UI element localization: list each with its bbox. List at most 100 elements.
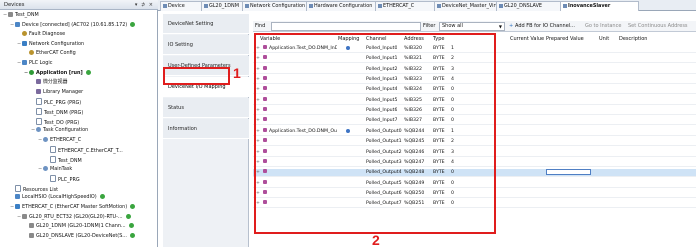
collapse-icon[interactable]: − xyxy=(3,12,7,19)
collapse-icon[interactable]: − xyxy=(17,41,21,48)
tree-item[interactable]: Library Manager xyxy=(31,88,83,96)
tree-item-label: GL20_RTU_ECT32 (GL20(GL20)-RTU-... xyxy=(29,213,123,220)
tree-item-label: Network Configuration xyxy=(29,40,85,47)
editor-tab[interactable]: Device xyxy=(160,1,207,11)
device-editor-menu: DeviceNet Setting IO Setting User-Defined … xyxy=(163,14,249,247)
device-tree-panel: Devices ▾ ⊅ × − Test_DNM − Device [connecte… xyxy=(0,0,158,247)
tree-item[interactable]: GL20_1DNM (GL20-1DNM(1 Chann... xyxy=(24,223,134,230)
collapse-icon[interactable]: − xyxy=(10,204,14,211)
editor-tab[interactable]: GL20_DNSLAVE xyxy=(496,1,566,11)
tree-item[interactable]: Test_DNM xyxy=(45,156,82,164)
tree-item[interactable]: GL20_DNSLAVE (GL20-DeviceNet(S... xyxy=(24,232,135,240)
set-continuous-address-button[interactable]: Set Continuous Address xyxy=(628,22,688,31)
header-current-value[interactable]: Current Value xyxy=(510,36,544,42)
menu-item[interactable]: Information xyxy=(163,119,249,139)
document-icon xyxy=(50,146,56,154)
editor-tab[interactable]: InovanceSlaver xyxy=(560,1,639,11)
tree-item[interactable]: − PLC Logic xyxy=(17,60,52,67)
collapse-icon[interactable]: − xyxy=(24,70,28,77)
editor-tab[interactable]: GL20_1DNM xyxy=(201,1,248,11)
menu-item[interactable]: DeviceNet Setting xyxy=(163,14,249,34)
editor-tab[interactable]: Hardware Configuration xyxy=(306,1,381,11)
tree-item[interactable]: LocalHSIO (LocalHighSpeedIO) xyxy=(10,194,105,201)
find-input[interactable] xyxy=(271,22,421,31)
tree-item-label: Test_DNM xyxy=(15,12,39,18)
chevron-down-icon: ▼ xyxy=(498,24,502,29)
tree-item[interactable]: EtherCAT Config xyxy=(24,50,76,57)
goto-instance-button[interactable]: Go to Instance xyxy=(585,22,621,31)
tree-item-label: Application [run] xyxy=(36,69,83,76)
tree-item[interactable]: − ETHERCAT_C (EtherCAT Master SoftMotion) xyxy=(10,204,136,211)
tree-item-label: EtherCAT Config xyxy=(36,50,76,57)
ethercat-icon xyxy=(15,204,20,209)
tab-device-icon xyxy=(163,4,167,8)
menu-item[interactable]: IO Setting xyxy=(163,35,249,55)
tab-label: InovanceSlaver xyxy=(568,3,611,9)
collapse-icon[interactable]: − xyxy=(38,137,42,144)
gear-icon xyxy=(22,31,27,37)
editor-tab[interactable]: Network Configuration xyxy=(242,1,312,11)
editor-tab[interactable]: ETHERCAT_C xyxy=(375,1,440,11)
tree-item[interactable]: 微分监视器 xyxy=(31,79,67,86)
task-icon xyxy=(36,127,41,133)
network-icon xyxy=(22,40,27,46)
tree-item[interactable]: − Device [connected] (AC702 (10.61.85.172… xyxy=(10,21,136,29)
tab-label: Network Configuration xyxy=(250,3,306,9)
tree-item[interactable]: Test_DNM (PRG) xyxy=(31,108,83,116)
tree-item[interactable]: Test_DO (PRG) xyxy=(31,117,79,126)
tree-item[interactable]: PLC_PRG (PRG) xyxy=(31,98,81,106)
tab-label: GL20_1DNM xyxy=(209,3,239,9)
module-icon xyxy=(29,223,34,229)
tree-item-label: Resources List xyxy=(23,186,59,193)
collapse-icon[interactable]: − xyxy=(17,214,21,221)
document-icon xyxy=(15,184,21,192)
tab-label: GL20_DNSLAVE xyxy=(504,3,543,9)
tree-item[interactable]: − Task Configuration xyxy=(31,127,88,134)
collapse-icon[interactable]: − xyxy=(38,166,42,173)
header-description[interactable]: Description xyxy=(619,36,647,42)
collapse-icon[interactable]: − xyxy=(10,22,14,29)
module-icon xyxy=(29,232,34,238)
collapse-icon[interactable]: − xyxy=(31,127,35,134)
document-icon xyxy=(50,175,56,183)
callout-number-2: 2 xyxy=(372,232,380,248)
tree-item[interactable]: − GL20_RTU_ECT32 (GL20(GL20)-RTU-... xyxy=(17,213,131,221)
callout-box-table xyxy=(254,33,496,234)
panel-controls[interactable]: ▾ ⊅ × xyxy=(135,2,154,8)
library-icon xyxy=(36,88,41,94)
editor-tab[interactable]: DeviceNet_Master_Virtual xyxy=(434,1,502,11)
tree-item-label: GL20_DNSLAVE (GL20-DeviceNet(S... xyxy=(36,232,127,239)
tab-device-icon xyxy=(563,4,567,8)
tree-item[interactable]: ETHERCAT_C.EtherCAT_T... xyxy=(45,146,123,155)
editor-tab-bar: Device GL20_1DNM Network Configuration Hard… xyxy=(158,0,696,11)
tree-item-label: ETHERCAT_C.EtherCAT_T... xyxy=(58,148,123,155)
add-icon: + xyxy=(509,23,514,29)
tree-item-label: PLC Logic xyxy=(29,60,53,66)
callout-box-menu xyxy=(163,67,230,85)
tree-item-label: PLC_PRG xyxy=(58,177,80,184)
tree-item[interactable]: Fault Diagnose xyxy=(17,31,65,38)
project-icon xyxy=(8,12,13,17)
tab-label: DeviceNet_Master_Virtual xyxy=(442,3,502,9)
filter-select[interactable]: Show all ▼ xyxy=(439,22,505,31)
tab-device-icon xyxy=(499,4,503,8)
filter-value: Show all xyxy=(442,23,463,29)
tree-item[interactable]: − MainTask xyxy=(38,165,72,173)
tree-item[interactable]: Resources List xyxy=(10,184,59,193)
add-fb-button[interactable]: Add FB for IO Channel... xyxy=(515,22,575,31)
tree-item[interactable]: − Network Configuration xyxy=(17,40,85,48)
device-icon xyxy=(15,21,20,27)
header-unit[interactable]: Unit xyxy=(599,36,609,42)
tree-item[interactable]: − Application [run] xyxy=(24,69,91,77)
status-ok-icon xyxy=(85,69,91,75)
tree-item[interactable]: − ETHERCAT_C xyxy=(38,136,81,144)
tree-item-label: Device [connected] (AC702 (10.61.85.172) xyxy=(22,21,128,28)
tree-item[interactable]: − Test_DNM xyxy=(3,12,39,19)
header-prepared-value[interactable]: Prepared Value xyxy=(546,36,584,42)
tree-item[interactable]: PLC_PRG xyxy=(45,175,80,184)
tab-device-icon xyxy=(437,4,441,8)
tab-device-icon xyxy=(204,4,208,8)
prepared-value-input[interactable] xyxy=(546,169,591,176)
menu-item[interactable]: Status xyxy=(163,98,249,118)
collapse-icon[interactable]: − xyxy=(17,60,21,67)
